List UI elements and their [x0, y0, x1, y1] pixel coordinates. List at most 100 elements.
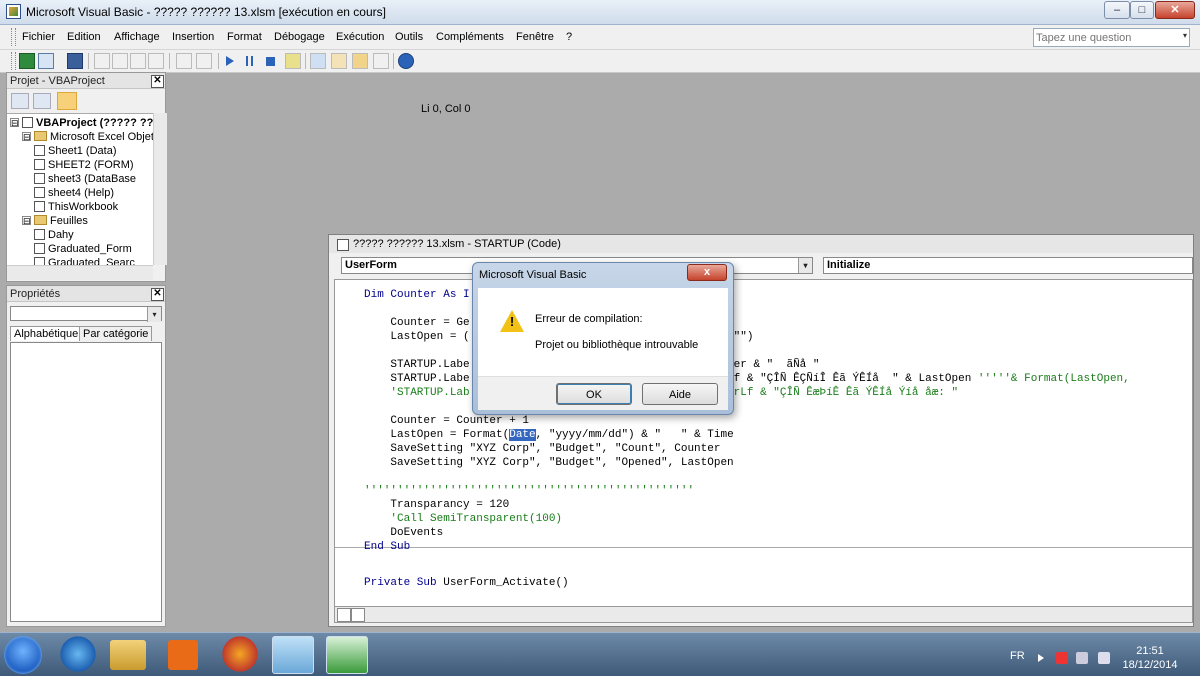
menu-format[interactable]: Format	[227, 31, 262, 43]
chevron-down-icon[interactable]: ▾	[147, 307, 161, 322]
view-object-icon[interactable]	[33, 93, 51, 109]
menu-edition[interactable]: Edition	[67, 31, 101, 43]
code-line[interactable]: LastOpen = Format(Date, "yyyy/mm/dd") & …	[364, 428, 734, 442]
menu-insertion[interactable]: Insertion	[172, 31, 214, 43]
project-tree[interactable]: ⊟ VBAProject (????? ??? ⊟ Microsoft Excel O…	[7, 113, 153, 266]
clock-time[interactable]: 21:51	[1126, 645, 1174, 657]
full-module-view-icon[interactable]	[351, 608, 365, 622]
code-line[interactable]: Transparancy = 120	[364, 498, 509, 512]
tab-alphabetique[interactable]: Alphabétique	[10, 326, 83, 341]
start-button[interactable]	[4, 636, 42, 674]
tree-item[interactable]: Dahy	[34, 228, 74, 242]
code-editor[interactable]: Dim Counter As I g Counter = Ge ", 0) La…	[334, 279, 1193, 607]
volume-icon[interactable]	[1098, 652, 1110, 664]
tree-item[interactable]: ⊟ VBAProject (????? ???	[10, 116, 153, 130]
procedure-view-icon[interactable]	[337, 608, 351, 622]
firefox-icon[interactable]	[220, 636, 260, 672]
code-line[interactable]: 'Call SemiTransparent(100)	[364, 512, 562, 526]
menu-debogage[interactable]: Débogage	[274, 31, 325, 43]
menu-fenetre[interactable]: Fenêtre	[516, 31, 554, 43]
design-mode-icon[interactable]	[285, 53, 301, 69]
code-line[interactable]: Private Sub UserForm_Activate()	[364, 576, 569, 590]
properties-object-combo[interactable]: ▾	[10, 306, 162, 322]
file-explorer-icon[interactable]	[110, 640, 146, 670]
help-button[interactable]: Aide	[642, 383, 718, 405]
tree-expander-icon[interactable]: ⊟	[22, 216, 31, 226]
paste-icon[interactable]	[130, 53, 146, 69]
tree-item[interactable]: Sheet1 (Data)	[34, 144, 116, 158]
tree-item[interactable]: sheet4 (Help)	[34, 186, 114, 200]
close-button[interactable]: ✕	[1155, 1, 1195, 19]
undo-icon[interactable]	[176, 53, 192, 69]
project-tree-horizontal-scrollbar[interactable]	[7, 265, 153, 280]
run-icon[interactable]	[226, 56, 234, 66]
toggle-folders-icon[interactable]	[57, 92, 77, 110]
tab-par-categorie[interactable]: Par catégorie	[79, 326, 153, 341]
code-line[interactable]: ''''''''''''''''''''''''''''''''''''''''…	[364, 484, 694, 498]
properties-pane-header: Propriétés	[7, 286, 165, 302]
tree-item[interactable]: Graduated_Form	[34, 242, 132, 256]
reset-icon[interactable]	[266, 57, 275, 66]
menu-fichier[interactable]: Fichier	[22, 31, 55, 43]
menu-complements[interactable]: Compléments	[436, 31, 504, 43]
clock-date[interactable]: 18/12/2014	[1122, 659, 1178, 671]
minimize-button[interactable]: ‒	[1104, 1, 1130, 19]
menu-grip	[11, 28, 16, 46]
save-icon[interactable]	[67, 53, 83, 69]
ok-button[interactable]: OK	[556, 383, 632, 405]
chevron-down-icon[interactable]: ▾	[798, 258, 812, 273]
language-indicator[interactable]: FR	[1010, 650, 1025, 662]
code-line[interactable]: Counter = Counter + 1	[364, 414, 529, 428]
cut-icon[interactable]	[94, 53, 110, 69]
view-code-icon[interactable]	[11, 93, 29, 109]
help-search-input[interactable]	[1036, 30, 1174, 45]
toolbox-icon[interactable]	[373, 53, 389, 69]
project-pane-close-icon[interactable]: ✕	[151, 75, 164, 88]
code-line[interactable]: SaveSetting "XYZ Corp", "Budget", "Count…	[364, 442, 720, 456]
properties-icon[interactable]	[331, 53, 347, 69]
menu-execution[interactable]: Exécution	[336, 31, 384, 43]
properties-grid[interactable]	[10, 342, 162, 622]
internet-explorer-icon[interactable]	[58, 636, 98, 672]
code-line[interactable]: SaveSetting "XYZ Corp", "Budget", "Opene…	[364, 456, 733, 470]
tree-expander-icon[interactable]: ⊟	[10, 118, 19, 128]
excel-taskbar-icon[interactable]	[326, 636, 368, 674]
tree-expander-icon[interactable]: ⊟	[22, 132, 31, 142]
pause-icon[interactable]	[246, 56, 253, 66]
copy-icon[interactable]	[112, 53, 128, 69]
menu-help[interactable]: ?	[566, 31, 572, 43]
media-player-icon[interactable]	[168, 640, 198, 670]
redo-icon[interactable]	[196, 53, 212, 69]
code-token: Counter = Counter + 1	[364, 415, 530, 427]
code-line[interactable]: DoEvents	[364, 526, 443, 540]
code-window-statusbar	[334, 607, 1193, 623]
find-icon[interactable]	[148, 53, 164, 69]
code-window-title: ????? ?????? 13.xlsm - STARTUP (Code)	[353, 238, 561, 250]
tree-item[interactable]: ThisWorkbook	[34, 200, 118, 214]
project-explorer-icon[interactable]	[310, 53, 326, 69]
action-center-icon[interactable]	[1056, 652, 1068, 664]
show-hidden-icons-icon[interactable]	[1038, 654, 1044, 662]
code-token: STARTUP.Labe	[364, 373, 470, 385]
insert-userform-icon[interactable]	[38, 53, 54, 69]
vba-editor-taskbar-icon[interactable]	[272, 636, 314, 674]
tree-item[interactable]: sheet3 (DataBase	[34, 172, 136, 186]
menu-affichage[interactable]: Affichage	[114, 31, 160, 43]
maximize-button[interactable]: □	[1130, 1, 1154, 19]
code-line[interactable]: End Sub	[364, 540, 410, 554]
object-browser-icon[interactable]	[352, 53, 368, 69]
tree-item[interactable]: ⊟ Microsoft Excel Objet	[22, 130, 153, 144]
properties-pane-close-icon[interactable]: ✕	[151, 288, 164, 301]
procedure-combo[interactable]: Initialize	[823, 257, 1193, 274]
help-search-box[interactable]: ▾	[1033, 28, 1190, 47]
dialog-close-button[interactable]: x	[687, 264, 727, 281]
menu-outils[interactable]: Outils	[395, 31, 423, 43]
tree-item[interactable]: ⊟ Feuilles	[22, 214, 88, 228]
tree-item[interactable]: SHEET2 (FORM)	[34, 158, 134, 172]
help-dropdown-icon[interactable]: ▾	[1183, 31, 1187, 40]
network-icon[interactable]	[1076, 652, 1088, 664]
help-icon[interactable]	[398, 53, 414, 69]
workbook-icon	[34, 201, 45, 212]
project-tree-vertical-scrollbar[interactable]	[153, 113, 167, 265]
excel-view-icon[interactable]	[19, 53, 35, 69]
